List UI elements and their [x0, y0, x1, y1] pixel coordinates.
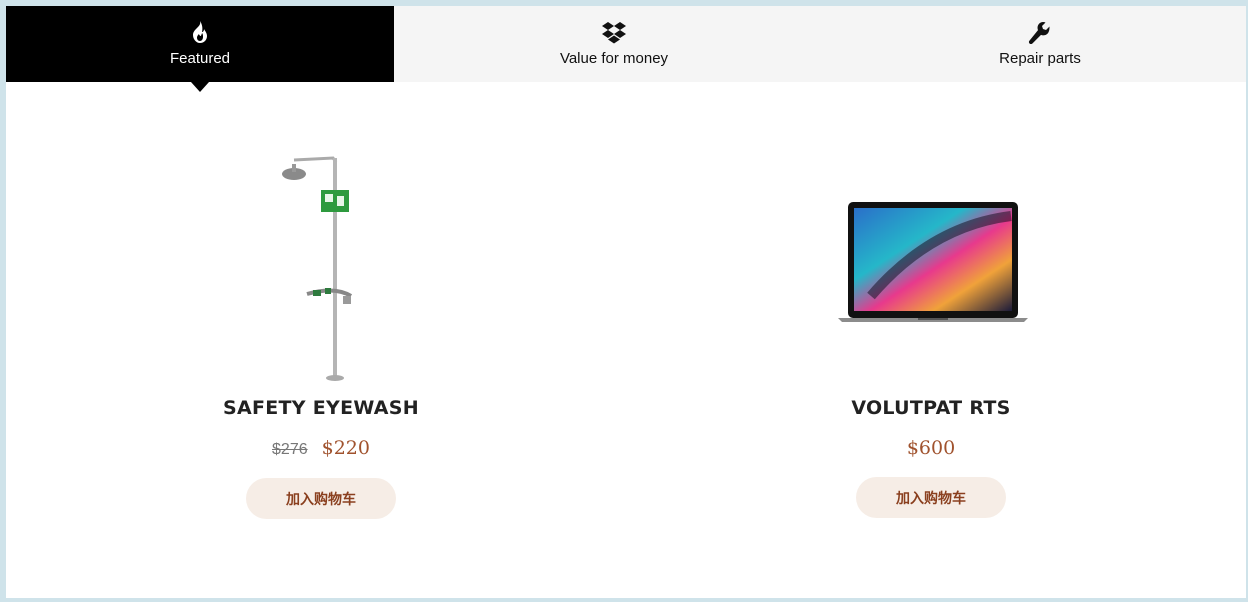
original-price: $276	[272, 441, 308, 458]
tab-label: Value for money	[559, 50, 669, 67]
tab-value-for-money[interactable]: Value for money	[394, 6, 834, 82]
product-image[interactable]	[721, 146, 1141, 386]
wrench-icon	[1028, 22, 1050, 44]
tab-label: Featured	[169, 50, 231, 67]
sale-price: $600	[906, 437, 956, 459]
product-image[interactable]	[111, 146, 531, 386]
laptop-image	[838, 202, 1028, 322]
product-card: VOLUTPAT RTS $600 加入购物车	[721, 146, 1141, 518]
tab-label: Repair parts	[999, 50, 1081, 67]
price-row: $600	[721, 437, 1141, 460]
product-widget: Featured Value for money Repair parts SA…	[6, 6, 1246, 598]
tab-bar: Featured Value for money Repair parts	[6, 6, 1246, 92]
dropbox-icon	[602, 22, 626, 44]
product-name[interactable]: VOLUTPAT RTS	[721, 397, 1141, 419]
add-to-cart-button[interactable]: 加入购物车	[856, 477, 1006, 518]
fire-icon	[193, 21, 207, 43]
tab-featured[interactable]: Featured	[6, 6, 394, 92]
product-name[interactable]: SAFETY EYEWASH	[111, 397, 531, 419]
sale-price: $220	[321, 437, 370, 459]
product-card: SAFETY EYEWASH $276 $220 加入购物车	[111, 146, 531, 519]
tab-repair-parts[interactable]: Repair parts	[834, 6, 1246, 82]
eyewash-station-image	[282, 156, 353, 381]
add-to-cart-button[interactable]: 加入购物车	[246, 478, 396, 519]
price-row: $276 $220	[111, 437, 531, 461]
